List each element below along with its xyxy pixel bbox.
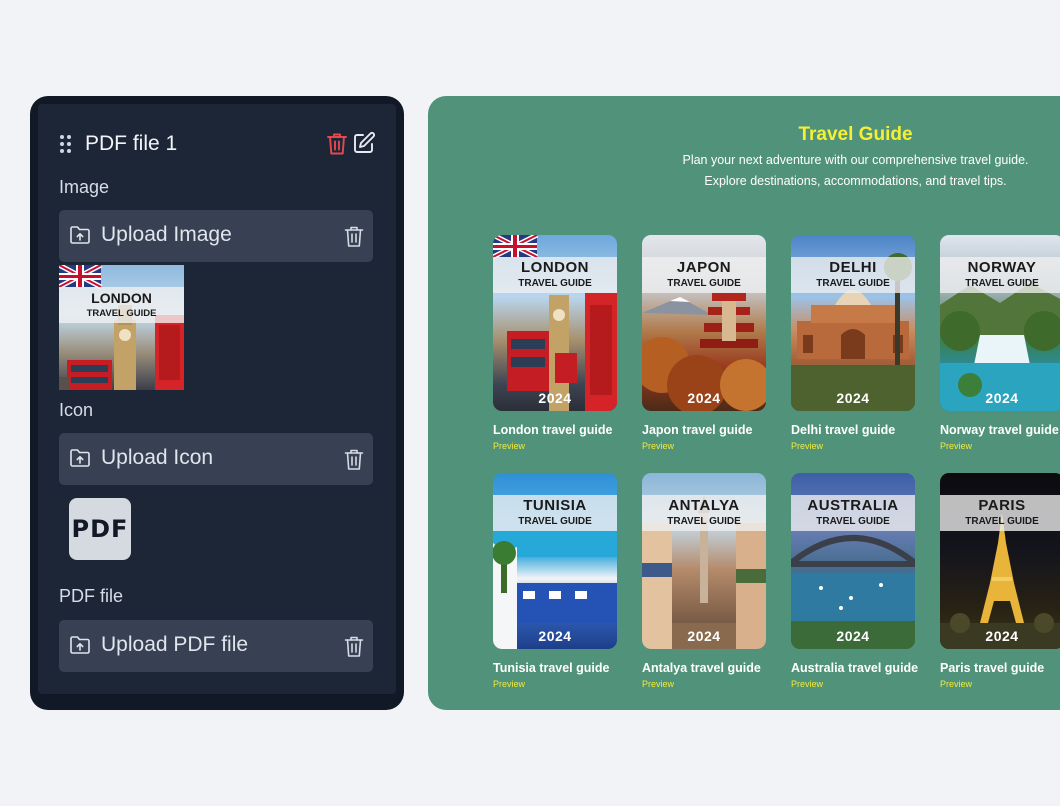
preview-link[interactable]: Preview [791, 679, 915, 689]
guide-card-australia[interactable]: AUSTRALIA TRAVEL GUIDE 2024 Australia tr… [791, 473, 919, 689]
guide-cover-tunisia[interactable]: TUNISIA TRAVEL GUIDE 2024 [493, 473, 617, 649]
pdf-file-label: PDF file [59, 586, 124, 606]
cover-year: 2024 [985, 628, 1019, 644]
preview-subtitle-line1: Plan your next adventure with our compre… [682, 153, 1029, 167]
guide-cover-australia[interactable]: AUSTRALIA TRAVEL GUIDE 2024 [791, 473, 915, 649]
remove-icon-icon[interactable] [344, 448, 364, 471]
upload-image-button[interactable]: Upload Image [59, 210, 373, 262]
preview-title: Travel Guide [798, 124, 913, 145]
upload-folder-icon [69, 635, 91, 655]
guide-name: Japon travel guide [642, 423, 753, 437]
upload-pdf-button[interactable]: Upload PDF file [59, 620, 373, 672]
upload-icon-button[interactable]: Upload Icon [59, 433, 373, 485]
guide-card-tunisia[interactable]: TUNISIA TRAVEL GUIDE 2024 Tunisia travel… [493, 473, 617, 689]
cover-subtitle: TRAVEL GUIDE [816, 278, 890, 289]
cover-subtitle: TRAVEL GUIDE [518, 278, 592, 289]
icon-label: Icon [59, 400, 94, 420]
cover-year: 2024 [836, 628, 870, 644]
drag-handle-icon[interactable] [60, 135, 72, 153]
pdf-editor-card: PDF file 1 Image Upload Image LONDON TRA… [38, 104, 396, 694]
cover-subtitle: TRAVEL GUIDE [667, 516, 741, 527]
edit-icon[interactable] [352, 131, 376, 155]
guide-cover-paris[interactable]: PARIS TRAVEL GUIDE 2024 [940, 473, 1060, 649]
cover-subtitle: TRAVEL GUIDE [667, 278, 741, 289]
upload-icon-label: Upload Icon [101, 446, 214, 469]
thumbnail-subtitle: TRAVEL GUIDE [86, 308, 157, 319]
upload-image-label: Upload Image [101, 223, 232, 246]
image-thumbnail: LONDON TRAVEL GUIDE [59, 265, 184, 390]
cover-title: TUNISIA [523, 497, 587, 514]
thumbnail-title: LONDON [91, 290, 152, 306]
guide-card-antalya[interactable]: ANTALYA TRAVEL GUIDE 2024 Antalya travel… [642, 473, 766, 689]
cover-subtitle: TRAVEL GUIDE [518, 516, 592, 527]
delete-file-icon[interactable] [326, 132, 348, 156]
remove-pdf-icon[interactable] [344, 635, 364, 658]
cover-title: JAPON [676, 259, 732, 276]
guide-name: Norway travel guide [940, 423, 1059, 437]
guide-cover-norway[interactable]: NORWAY TRAVEL GUIDE 2024 [940, 235, 1060, 411]
guide-cover-japon[interactable]: JAPON TRAVEL GUIDE 2024 [642, 235, 766, 411]
preview-link[interactable]: Preview [940, 679, 1060, 689]
guide-name: Antalya travel guide [642, 661, 761, 675]
guide-card-norway[interactable]: NORWAY TRAVEL GUIDE 2024 Norway travel g… [940, 235, 1060, 451]
guide-name: Delhi travel guide [791, 423, 896, 437]
preview-link[interactable]: Preview [642, 679, 766, 689]
cover-title: AUSTRALIA [807, 497, 899, 514]
guide-cover-delhi[interactable]: DELHI TRAVEL GUIDE 2024 [791, 235, 915, 411]
preview-link[interactable]: Preview [493, 441, 617, 451]
guide-cover-london[interactable]: LONDON TRAVEL GUIDE 2024 [493, 235, 617, 411]
guide-name: Tunisia travel guide [493, 661, 610, 675]
cover-year: 2024 [538, 390, 572, 406]
preview-link[interactable]: Preview [940, 441, 1060, 451]
pdf-icon-text: PDF [71, 515, 129, 543]
preview-subtitle-line2: Explore destinations, accommodations, an… [704, 174, 1007, 188]
preview-link[interactable]: Preview [791, 441, 915, 451]
guide-card-delhi[interactable]: DELHI TRAVEL GUIDE 2024 Delhi travel gui… [791, 235, 915, 451]
cover-year: 2024 [687, 628, 721, 644]
upload-pdf-label: Upload PDF file [101, 633, 249, 656]
pdf-editor-panel: PDF file 1 Image Upload Image LONDON TRA… [30, 96, 404, 710]
editor-title: PDF file 1 [85, 132, 178, 155]
cover-year: 2024 [687, 390, 721, 406]
guide-card-paris[interactable]: PARIS TRAVEL GUIDE 2024 Paris travel gui… [940, 473, 1060, 689]
travel-guide-preview: Travel Guide Plan your next adventure wi… [428, 96, 1060, 710]
cover-title: DELHI [829, 259, 877, 276]
upload-folder-icon [69, 225, 91, 245]
cover-title: LONDON [521, 259, 589, 276]
guide-card-london[interactable]: LONDON TRAVEL GUIDE 2024 London travel g… [493, 235, 617, 451]
guide-name: Australia travel guide [791, 661, 919, 675]
cover-title: NORWAY [967, 259, 1037, 276]
cover-year: 2024 [836, 390, 870, 406]
editor-header: PDF file 1 [60, 128, 376, 162]
pdf-icon: PDF [69, 498, 131, 560]
cover-title: PARIS [978, 497, 1026, 514]
preview-link[interactable]: Preview [493, 679, 617, 689]
cover-year: 2024 [985, 390, 1019, 406]
guide-name: London travel guide [493, 423, 613, 437]
cover-subtitle: TRAVEL GUIDE [816, 516, 890, 527]
preview-link[interactable]: Preview [642, 441, 766, 451]
guide-card-japon[interactable]: JAPON TRAVEL GUIDE 2024 Japon travel gui… [642, 235, 766, 451]
remove-image-icon[interactable] [344, 225, 364, 248]
cover-subtitle: TRAVEL GUIDE [965, 278, 1039, 289]
guide-cover-antalya[interactable]: ANTALYA TRAVEL GUIDE 2024 [642, 473, 766, 649]
image-label: Image [59, 177, 110, 197]
upload-folder-icon [69, 448, 91, 468]
cover-subtitle: TRAVEL GUIDE [965, 516, 1039, 527]
cover-title: ANTALYA [668, 497, 740, 514]
guide-name: Paris travel guide [940, 661, 1045, 675]
cover-year: 2024 [538, 628, 572, 644]
